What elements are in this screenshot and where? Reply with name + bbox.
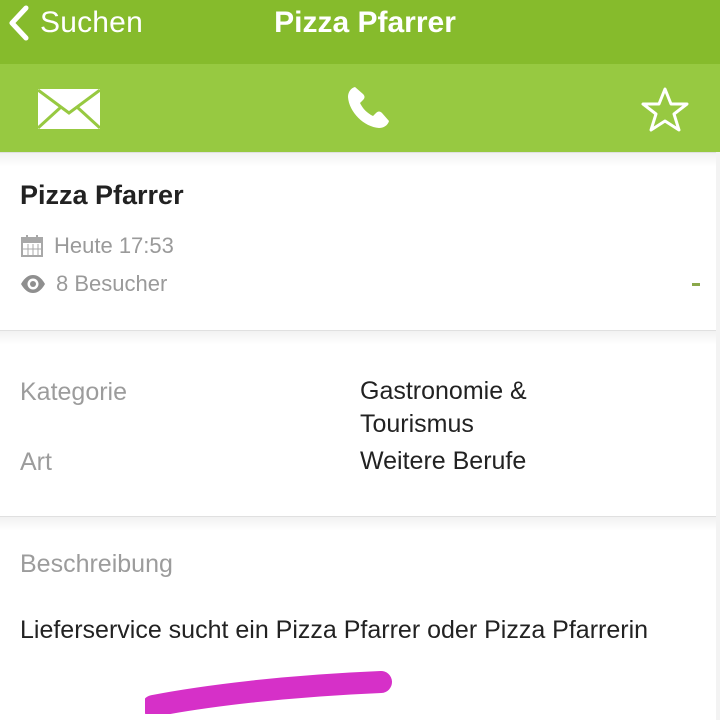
type-value: Weitere Berufe [360, 447, 527, 475]
phone-icon [348, 87, 389, 128]
mail-icon [36, 88, 102, 130]
email-button[interactable] [36, 87, 102, 131]
description-text: Lieferservice sucht ein Pizza Pfarrer od… [20, 616, 649, 644]
navigation-bar: Suchen Pizza Pfarrer [0, 0, 720, 64]
category-label: Kategorie [20, 378, 128, 406]
date-text: Heute 17:53 [54, 233, 174, 258]
category-value-line1: Gastronomie & [360, 377, 527, 405]
listing-title: Pizza Pfarrer [20, 180, 184, 210]
divider [0, 330, 720, 345]
category-value: Gastronomie & Tourismus [360, 375, 660, 441]
divider [0, 516, 720, 531]
highlight-marker [145, 670, 395, 714]
description-label: Beschreibung [20, 550, 173, 578]
visitors-text: 8 Besucher [56, 271, 168, 296]
star-icon [641, 87, 689, 132]
listing-date: Heute 17:53 [20, 233, 174, 259]
type-label: Art [20, 448, 52, 476]
call-button[interactable] [344, 84, 392, 132]
status-indicator [692, 283, 700, 286]
category-value-line2: Tourismus [360, 410, 474, 438]
scroll-edge [716, 152, 720, 720]
action-bar [0, 64, 720, 152]
listing-visitors: 8 Besucher [20, 271, 167, 297]
divider [0, 152, 720, 167]
favorite-button[interactable] [640, 86, 690, 134]
eye-icon [21, 275, 45, 293]
calendar-icon [21, 235, 43, 257]
page-title: Pizza Pfarrer [274, 6, 456, 39]
